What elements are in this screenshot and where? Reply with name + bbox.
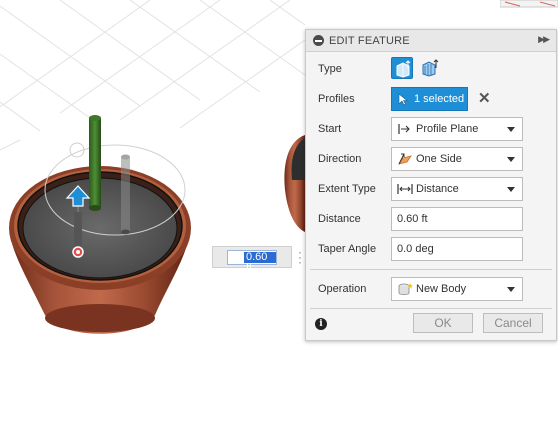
ground-grid	[0, 0, 306, 151]
new-body-icon	[398, 283, 413, 295]
cancel-button[interactable]: Cancel	[483, 313, 543, 333]
direction-dropdown[interactable]: One Side	[391, 147, 523, 171]
direction-label: Direction	[318, 153, 362, 165]
extent-type-label: Extent Type	[318, 183, 376, 195]
taper-angle-field[interactable]: 0.0 deg	[391, 237, 523, 261]
extent-type-dropdown[interactable]: Distance	[391, 177, 523, 201]
preview-stem	[121, 154, 130, 235]
distance-floating-field[interactable]: 0.60 ft	[227, 250, 277, 274]
operation-dropdown[interactable]: New Body	[391, 277, 523, 301]
collapse-icon[interactable]	[313, 35, 324, 46]
footer-divider	[310, 308, 552, 309]
more-options-icon[interactable]: · · ·	[295, 246, 305, 268]
taper-angle-label: Taper Angle	[318, 243, 377, 255]
chevron-down-icon	[507, 157, 515, 162]
start-value: Profile Plane	[416, 123, 479, 135]
selected-profile-stem	[72, 212, 84, 258]
start-dropdown[interactable]: Profile Plane	[391, 117, 523, 141]
distance-icon	[397, 184, 413, 194]
distance-floating-input[interactable]: 0.60 ft · · ·	[212, 246, 302, 274]
solid-extrude-button[interactable]	[391, 57, 413, 79]
start-label: Start	[318, 123, 342, 135]
solid-extrude-icon	[396, 60, 411, 78]
extent-type-value: Distance	[416, 183, 459, 195]
taper-angle-value: 0.0 deg	[397, 243, 434, 255]
info-icon[interactable]: i	[315, 318, 327, 330]
thin-extrude-icon	[422, 59, 439, 77]
direction-value: One Side	[416, 153, 462, 165]
distance-floating-value: 0.60 ft	[244, 252, 276, 274]
profiles-label: Profiles	[318, 93, 355, 105]
distance-label: Distance	[318, 213, 361, 225]
viewcube-corner[interactable]	[500, 0, 558, 10]
green-stem	[89, 115, 101, 211]
one-side-icon	[398, 153, 412, 165]
operation-label: Operation	[318, 283, 367, 295]
panel-title: EDIT FEATURE	[329, 35, 410, 47]
chevron-down-icon	[507, 287, 515, 292]
profile-plane-icon	[398, 124, 410, 134]
operation-value: New Body	[416, 283, 467, 295]
distance-value: 0.60 ft	[397, 213, 428, 225]
edit-feature-panel: EDIT FEATURE ▶▶ Type Profiles 1 selected…	[305, 29, 557, 341]
profiles-select-button[interactable]: 1 selected	[391, 87, 468, 111]
distance-field[interactable]: 0.60 ft	[391, 207, 523, 231]
chevron-down-icon	[507, 127, 515, 132]
thin-extrude-button[interactable]	[418, 57, 440, 79]
chevron-down-icon	[507, 187, 515, 192]
ok-button[interactable]: OK	[413, 313, 473, 333]
double-chevron-right-icon[interactable]: ▶▶	[538, 34, 550, 45]
section-divider	[310, 269, 552, 270]
background-pot	[284, 135, 305, 232]
type-label: Type	[318, 63, 342, 75]
close-icon[interactable]: ✕	[478, 89, 491, 107]
select-cursor-icon	[398, 93, 408, 106]
panel-header: EDIT FEATURE ▶▶	[306, 30, 556, 52]
profiles-selected-count: 1 selected	[414, 93, 465, 105]
